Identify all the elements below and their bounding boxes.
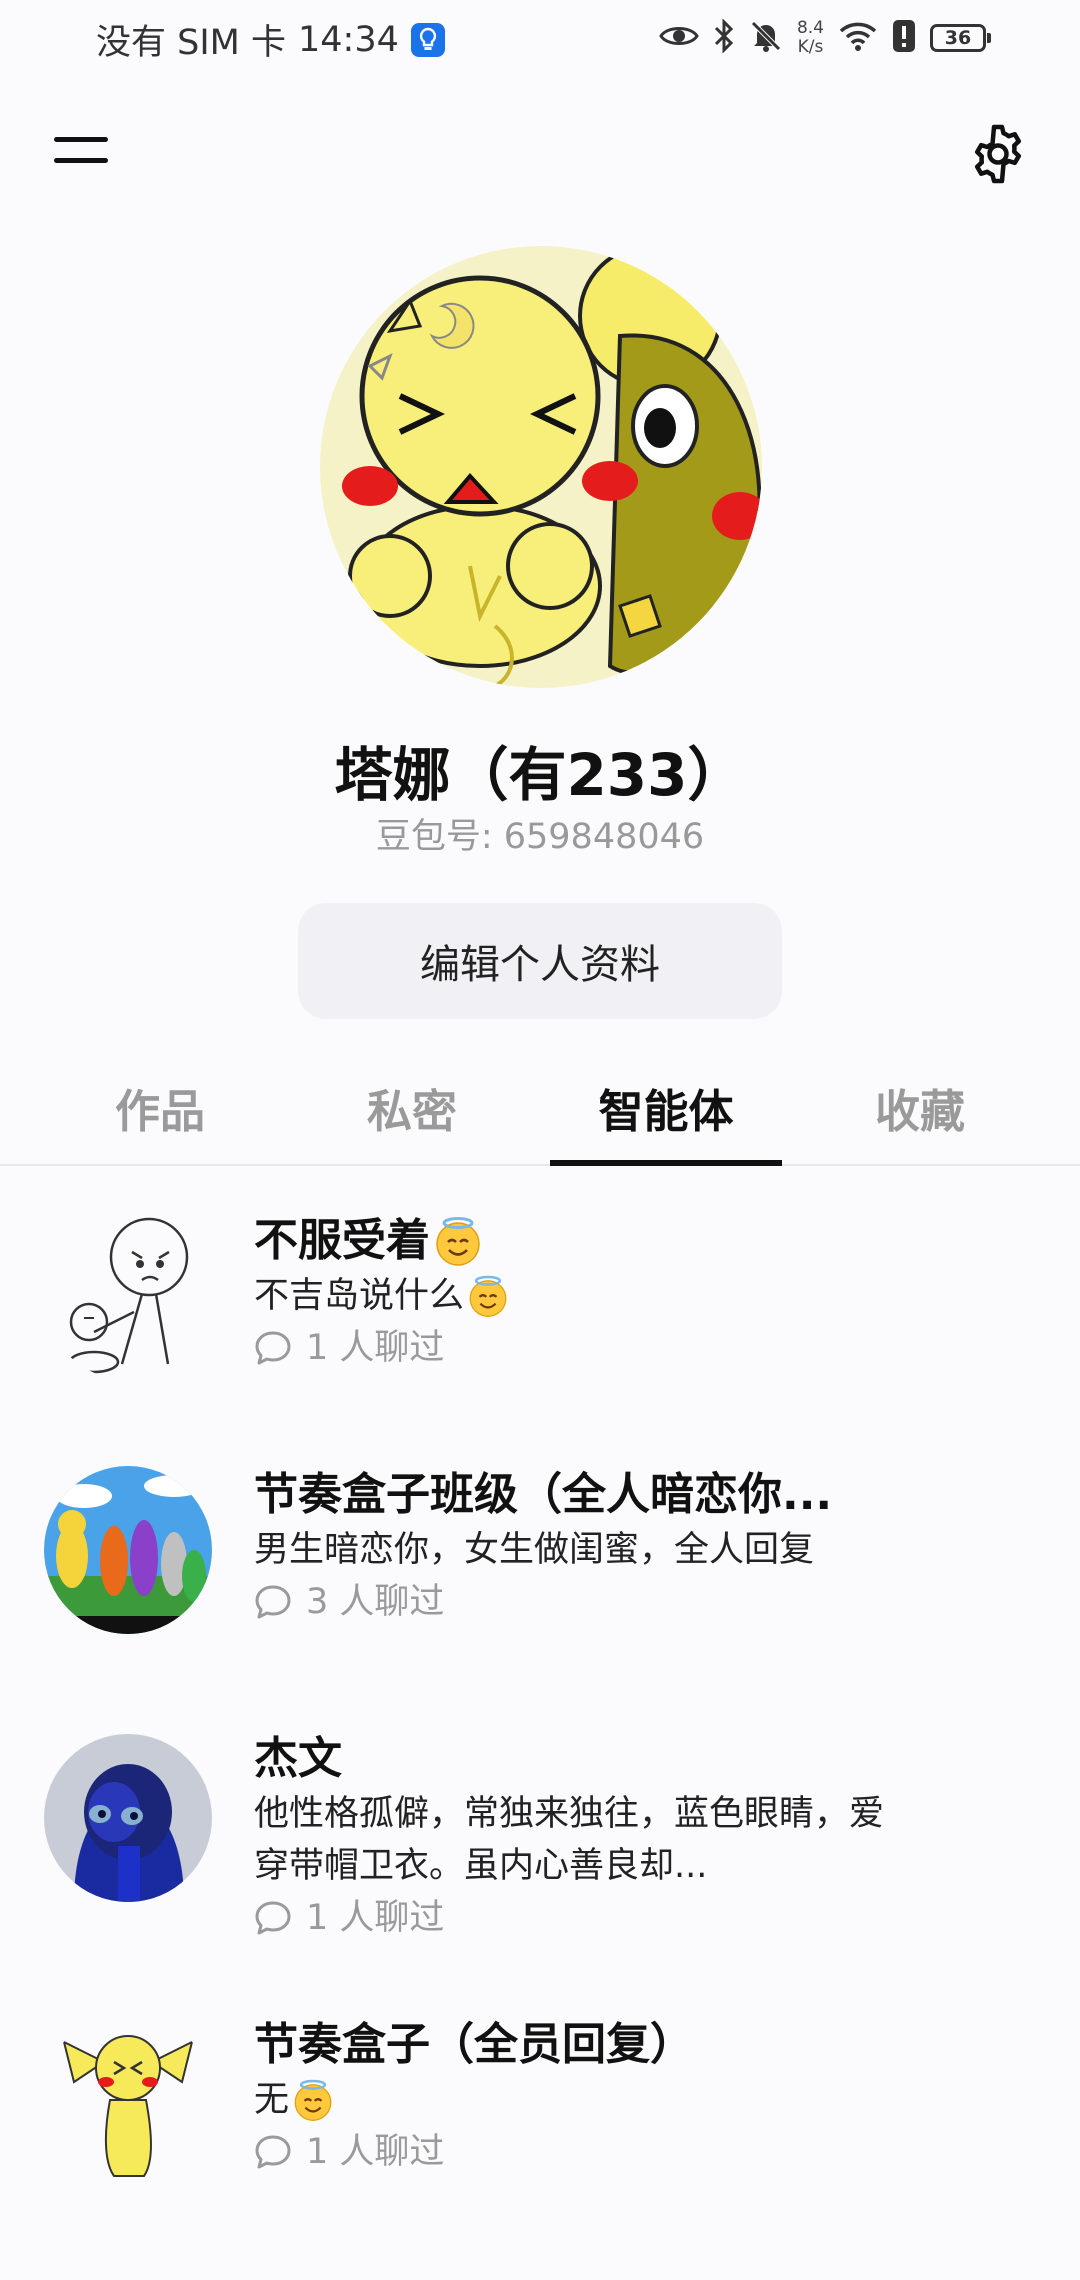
agent-description: 无 <box>254 2074 894 2126</box>
agent-title-text: 不服受着 <box>254 1215 430 1266</box>
agent-title: 不服受着 <box>254 1212 894 1270</box>
battery-indicator: 36 <box>930 24 991 52</box>
wifi-icon <box>838 20 878 56</box>
profile-name: 塔娜（有233） <box>334 741 746 809</box>
list-item[interactable]: 杰文 他性格孤僻，常独来独往，蓝色眼睛，爱穿带帽卫衣。虽内心善良却... 1 人… <box>0 1730 1080 1960</box>
agent-chat-count-text: 1 人聊过 <box>306 1898 445 1938</box>
smiling-face-with-halo-emoji <box>469 1275 507 1317</box>
status-left: 没有 SIM 卡 14:34 <box>96 14 445 65</box>
agent-chat-count-text: 3 人聊过 <box>306 1582 445 1622</box>
network-speed-unit: K/s <box>797 37 824 57</box>
bulb-icon <box>410 22 445 57</box>
chat-bubble-icon <box>255 1331 291 1365</box>
agent-title: 杰文 <box>254 1733 342 1784</box>
smiling-face-with-halo-emoji <box>436 1217 480 1266</box>
agent-chat-count: 1 人聊过 <box>254 2126 894 2178</box>
bluetooth-icon <box>713 18 735 57</box>
network-speed-value: 8.4 <box>796 18 824 38</box>
agent-title: 节奏盒子班级（全人暗恋你... <box>254 1469 833 1520</box>
alert-badge-icon <box>892 19 916 57</box>
list-item[interactable]: 不服受着 不吉岛说什么 1 人聊过 <box>0 1212 1080 1402</box>
agent-description: 他性格孤僻，常独来独往，蓝色眼睛，爱穿带帽卫衣。虽内心善良却... <box>254 1794 885 1886</box>
eye-icon <box>659 22 699 54</box>
profile-tabs: 作品 私密 智能体 收藏 <box>0 1050 1080 1166</box>
tab-agents[interactable]: 智能体 <box>550 1050 782 1166</box>
edit-profile-button[interactable]: 编辑个人资料 <box>298 903 782 1019</box>
agent-description-text: 不吉岛说什么 <box>254 1276 465 1316</box>
menu-icon[interactable] <box>52 130 112 170</box>
mute-bell-icon <box>749 19 783 57</box>
agent-avatar <box>44 1734 212 1902</box>
tab-works[interactable]: 作品 <box>72 1050 248 1164</box>
agent-chat-count-text: 1 人聊过 <box>306 2132 445 2172</box>
chat-bubble-icon <box>255 2135 291 2169</box>
doubao-id: 豆包号: 659848046 <box>375 817 705 857</box>
agent-description-text: 无 <box>254 2080 290 2120</box>
agent-description: 不吉岛说什么 <box>254 1270 894 1322</box>
tab-favorites[interactable]: 收藏 <box>832 1050 1008 1164</box>
list-item[interactable]: 节奏盒子班级（全人暗恋你... 男生暗恋你，女生做闺蜜，全人回复 3 人聊过 <box>0 1466 1080 1656</box>
agent-chat-count: 1 人聊过 <box>254 1892 894 1944</box>
agent-text: 杰文 他性格孤僻，常独来独往，蓝色眼睛，爱穿带帽卫衣。虽内心善良却... 1 人… <box>254 1730 894 1944</box>
agent-avatar <box>44 1212 212 1380</box>
agent-avatar <box>44 2012 212 2180</box>
chat-bubble-icon <box>255 1901 291 1935</box>
agent-text: 节奏盒子（全员回复） 无 1 人聊过 <box>254 2016 894 2178</box>
agent-chat-count: 3 人聊过 <box>254 1576 894 1628</box>
agent-chat-count-text: 1 人聊过 <box>306 1328 445 1368</box>
clock: 14:34 <box>298 19 399 60</box>
chat-bubble-icon <box>255 1585 291 1619</box>
list-item[interactable]: 节奏盒子（全员回复） 无 1 人聊过 <box>0 2012 1080 2206</box>
agent-description: 男生暗恋你，女生做闺蜜，全人回复 <box>254 1530 815 1570</box>
agent-text: 不服受着 不吉岛说什么 1 人聊过 <box>254 1212 894 1374</box>
status-right: 8.4 K/s 36 <box>659 14 991 62</box>
agent-title: 节奏盒子（全员回复） <box>254 2019 694 2070</box>
agent-avatar <box>44 1466 212 1634</box>
agent-text: 节奏盒子班级（全人暗恋你... 男生暗恋你，女生做闺蜜，全人回复 3 人聊过 <box>254 1466 894 1628</box>
tab-private[interactable]: 私密 <box>324 1050 500 1164</box>
carrier-label: 没有 SIM 卡 <box>96 23 286 63</box>
profile-avatar[interactable] <box>320 246 762 688</box>
status-bar: 没有 SIM 卡 14:34 8.4 K/s 36 <box>0 0 1080 80</box>
gear-icon[interactable] <box>966 122 1030 186</box>
network-speed: 8.4 K/s <box>797 19 824 57</box>
agent-chat-count: 1 人聊过 <box>254 1322 894 1374</box>
smiling-face-with-halo-emoji <box>294 2079 332 2121</box>
